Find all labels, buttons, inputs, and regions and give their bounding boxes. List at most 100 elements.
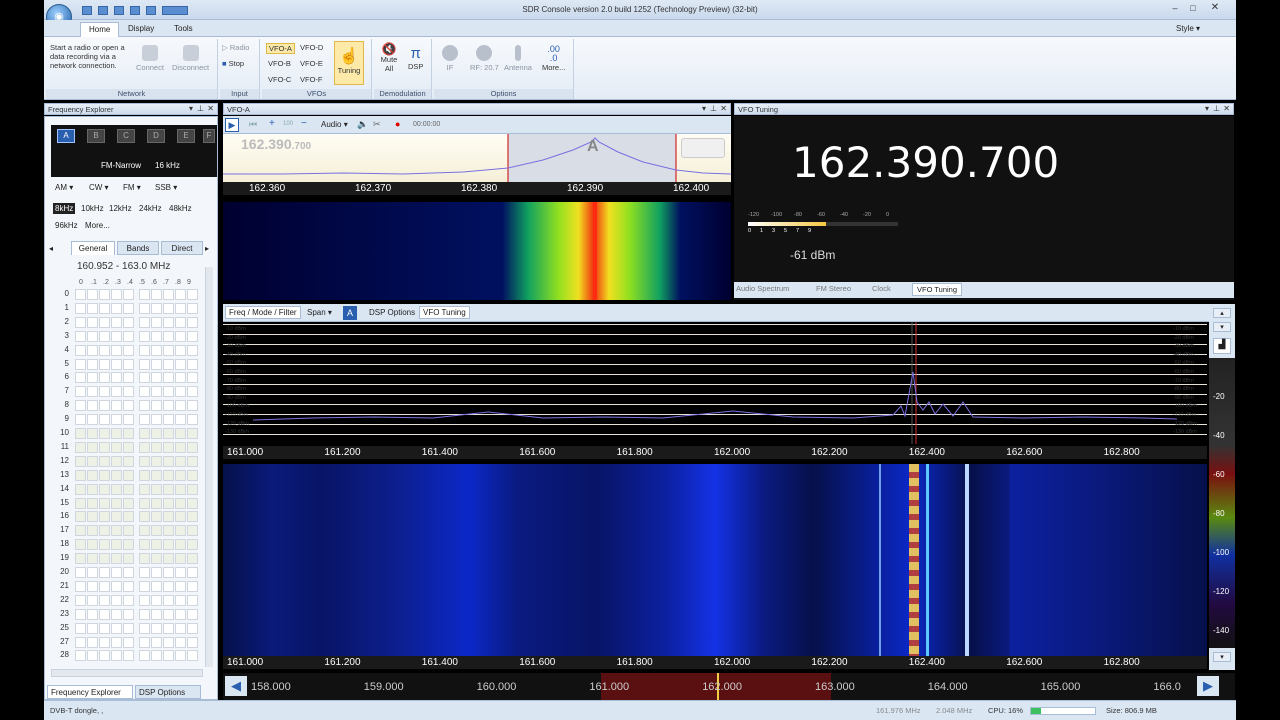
channel-cell[interactable] (123, 525, 134, 537)
channel-cell[interactable] (123, 441, 134, 453)
channel-cell[interactable] (75, 525, 86, 537)
channel-cell[interactable] (87, 650, 98, 662)
channel-cell[interactable] (163, 622, 174, 634)
channel-cell[interactable] (175, 497, 186, 509)
channel-cell[interactable] (75, 330, 86, 342)
channel-cell[interactable] (163, 525, 174, 537)
channel-cell[interactable] (163, 497, 174, 509)
channel-cell[interactable] (111, 302, 122, 314)
channel-cell[interactable] (123, 594, 134, 606)
channel-cell[interactable] (175, 469, 186, 481)
vfo-tuning-pin-icon[interactable]: ⊥ (1213, 104, 1220, 113)
channel-cell[interactable] (75, 539, 86, 551)
channel-cell[interactable] (123, 289, 134, 300)
channel-cell[interactable] (163, 469, 174, 481)
channel-cell[interactable] (75, 316, 86, 328)
channel-cell[interactable] (99, 428, 110, 439)
antenna-button[interactable]: Antenna (504, 45, 532, 72)
chart-icon[interactable]: ▟ (1213, 338, 1231, 354)
grid-vertical-scrollbar[interactable] (205, 267, 213, 667)
channel-cell[interactable] (123, 622, 134, 634)
channel-cell[interactable] (187, 567, 198, 578)
channel-cell[interactable] (151, 622, 162, 634)
channel-cell[interactable] (151, 289, 162, 300)
channel-cell[interactable] (163, 358, 174, 370)
vfo-a-pin-icon[interactable]: ⊥ (710, 104, 717, 113)
channel-cell[interactable] (151, 455, 162, 467)
tab-fm-stereo[interactable]: FM Stereo (816, 284, 851, 293)
channel-cell[interactable] (187, 497, 198, 509)
channel-cell[interactable] (75, 567, 86, 578)
channel-cell[interactable] (151, 650, 162, 662)
channel-cell[interactable] (111, 650, 122, 662)
channel-cell[interactable] (163, 483, 174, 495)
channel-cell[interactable] (75, 553, 86, 565)
channel-cell[interactable] (139, 483, 150, 495)
channel-cell[interactable] (123, 455, 134, 467)
tab-home[interactable]: Home (80, 22, 120, 37)
channel-cell[interactable] (87, 567, 98, 578)
channel-cell[interactable] (163, 539, 174, 551)
channel-cell[interactable] (163, 594, 174, 606)
channel-cell[interactable] (123, 483, 134, 495)
scale-bottom-button[interactable]: ▾ (1213, 652, 1231, 662)
channel-cell[interactable] (151, 441, 162, 453)
channel-cell[interactable] (175, 441, 186, 453)
channel-cell[interactable] (187, 455, 198, 467)
channel-cell[interactable] (163, 414, 174, 426)
channel-cell[interactable] (87, 622, 98, 634)
channel-cell[interactable] (139, 553, 150, 565)
channel-cell[interactable] (75, 594, 86, 606)
tab-display[interactable]: Display (120, 22, 162, 37)
channel-cell[interactable] (139, 400, 150, 412)
channel-cell[interactable] (163, 386, 174, 398)
channel-cell[interactable] (123, 650, 134, 662)
channel-cell[interactable] (99, 455, 110, 467)
channel-cell[interactable] (187, 650, 198, 662)
channel-cell[interactable] (175, 539, 186, 551)
channel-cell[interactable] (163, 344, 174, 356)
selector-c[interactable]: C (117, 129, 135, 143)
channel-cell[interactable] (123, 497, 134, 509)
vfo-a-dropdown-icon[interactable]: ▾ (702, 104, 706, 113)
channel-cell[interactable] (187, 441, 198, 453)
channel-cell[interactable] (99, 289, 110, 300)
channel-cell[interactable] (163, 580, 174, 592)
channel-cell[interactable] (175, 289, 186, 300)
channel-cell[interactable] (75, 511, 86, 523)
channel-cell[interactable] (139, 372, 150, 384)
mode-am[interactable]: AM ▾ (55, 183, 73, 192)
channel-cell[interactable] (75, 636, 86, 648)
dsp-options-button[interactable]: DSP Options (369, 308, 415, 317)
channel-cell[interactable] (175, 594, 186, 606)
channel-cell[interactable] (175, 414, 186, 426)
close-button[interactable]: ✕ (1208, 2, 1222, 14)
channel-cell[interactable] (123, 344, 134, 356)
zoom-out-icon[interactable]: − (301, 118, 307, 129)
vfo-f-button[interactable]: VFO-F (300, 75, 323, 84)
bw-12khz[interactable]: 12kHz (109, 204, 132, 213)
channel-cell[interactable] (99, 622, 110, 634)
channel-cell[interactable] (139, 344, 150, 356)
selector-a[interactable]: A (57, 129, 75, 143)
channel-cell[interactable] (87, 344, 98, 356)
speaker-icon[interactable]: 🔈 (357, 119, 368, 130)
channel-cell[interactable] (139, 650, 150, 662)
channel-cell[interactable] (139, 455, 150, 467)
channel-cell[interactable] (111, 289, 122, 300)
channel-cell[interactable] (163, 553, 174, 565)
channel-cell[interactable] (123, 358, 134, 370)
channel-cell[interactable] (99, 386, 110, 398)
channel-cell[interactable] (87, 636, 98, 648)
channel-cell[interactable] (75, 622, 86, 634)
channel-cell[interactable] (175, 608, 186, 620)
channel-cell[interactable] (151, 497, 162, 509)
channel-cell[interactable] (87, 580, 98, 592)
channel-cell[interactable] (111, 580, 122, 592)
mode-cw[interactable]: CW ▾ (89, 183, 109, 192)
channel-cell[interactable] (151, 567, 162, 578)
selector-d[interactable]: D (147, 129, 165, 143)
channel-cell[interactable] (87, 511, 98, 523)
vfo-tuning-dropdown-icon[interactable]: ▾ (1205, 104, 1209, 113)
channel-cell[interactable] (187, 525, 198, 537)
